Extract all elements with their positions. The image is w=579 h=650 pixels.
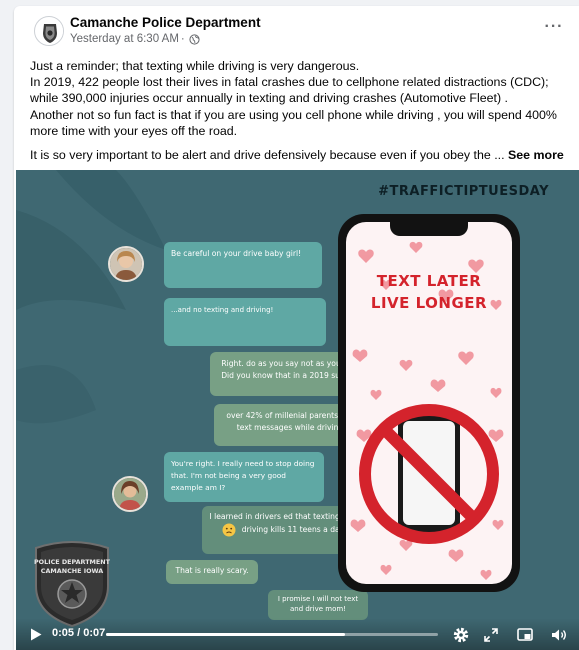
post-timestamp[interactable]: Yesterday at 6:30 AM <box>70 33 179 45</box>
gear-icon[interactable] <box>452 626 470 644</box>
chat-bubble: That is really scary. <box>166 560 258 584</box>
chat-line: I learned in drivers ed that texting and <box>209 512 357 521</box>
video-time: 0:05 / 0:07 <box>52 627 105 639</box>
badge-line-1: POLICE DEPARTMENT <box>34 558 111 566</box>
page-name[interactable]: Camanche Police Department <box>70 15 261 30</box>
post-body: Just a reminder; that texting while driv… <box>30 58 570 163</box>
phone-screen: TEXT LATER LIVE LONGER <box>346 222 512 584</box>
chat-bubble: ...and no texting and driving! <box>164 298 326 346</box>
mom-avatar <box>108 246 144 282</box>
post-line: In 2019, 422 people lost their lives in … <box>30 75 549 90</box>
chat-line: driving kills 11 teens a day <box>241 525 345 534</box>
play-icon[interactable] <box>30 628 42 641</box>
meta-separator: · <box>180 33 185 45</box>
post-line: while 390,000 injuries occur annually in… <box>30 91 508 106</box>
speaker-icon[interactable] <box>550 626 568 644</box>
chat-line-with-emoji: driving kills 11 teens a day <box>209 523 357 537</box>
sad-face-emoji-icon <box>222 523 236 537</box>
hashtag-label: #TRAFFICTIPTUESDAY <box>378 184 549 199</box>
post-line: Another not so fun fact is that if you a… <box>30 107 557 122</box>
woman-avatar-icon <box>110 248 142 280</box>
chat-bubble: I promise I will not text and drive mom! <box>268 590 368 620</box>
picture-in-picture-icon[interactable] <box>516 626 534 644</box>
expand-icon[interactable] <box>482 626 500 644</box>
headline-live-longer: LIVE LONGER <box>370 294 488 312</box>
phone-notch <box>390 222 468 236</box>
see-more-link[interactable]: See more <box>508 148 564 162</box>
headline-text-later: TEXT LATER <box>376 272 482 290</box>
mom-avatar-2 <box>112 476 148 512</box>
facebook-post: Camanche Police Department Yesterday at … <box>14 6 579 650</box>
chat-bubble: You're right. I really need to stop doin… <box>164 452 324 502</box>
woman-avatar-icon <box>114 478 146 510</box>
more-options-button[interactable]: ··· <box>541 16 567 42</box>
time-separator: / <box>74 627 84 639</box>
time-total: 0:07 <box>83 627 106 639</box>
badge-line-2: CAMANCHE IOWA <box>41 567 103 575</box>
page-avatar[interactable] <box>34 16 64 46</box>
truncated-text: It is so very important to be alert and … <box>30 148 505 163</box>
video-player[interactable]: #TRAFFICTIPTUESDAY Be careful on your dr… <box>16 170 579 650</box>
post-line-truncated: It is so very important to be alert and … <box>30 147 570 163</box>
police-badge-icon <box>36 18 63 45</box>
phone-graphic: TEXT LATER LIVE LONGER <box>338 214 520 592</box>
post-line: more time with your eyes off the road. <box>30 123 238 138</box>
chat-bubble: Be careful on your drive baby girl! <box>164 242 322 288</box>
video-progress-fill <box>106 633 346 636</box>
globe-icon[interactable] <box>189 33 200 45</box>
video-controls: 0:05 / 0:07 <box>16 618 579 650</box>
post-header: Camanche Police Department Yesterday at … <box>14 6 579 54</box>
police-department-badge-logo: POLICE DEPARTMENT CAMANCHE IOWA <box>34 541 111 628</box>
post-line: Just a reminder; that texting while driv… <box>30 59 360 73</box>
no-phone-icon <box>359 404 499 544</box>
video-progress-bar[interactable] <box>106 633 438 636</box>
time-current: 0:05 <box>52 627 75 639</box>
post-meta: Yesterday at 6:30 AM · <box>70 33 200 45</box>
